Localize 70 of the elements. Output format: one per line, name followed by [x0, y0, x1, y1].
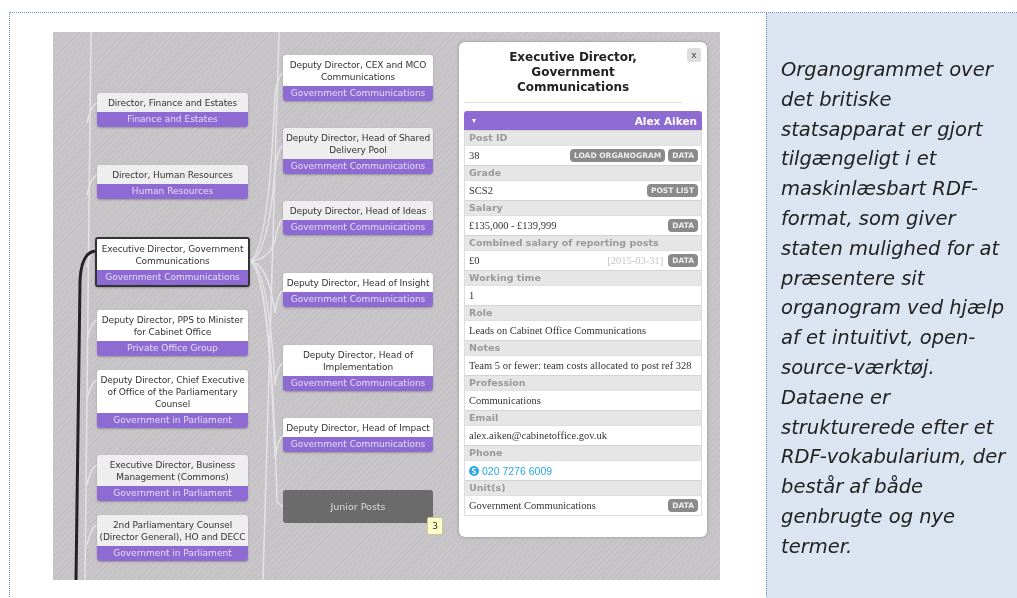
node-title: 2nd Parliamentary Counsel (Director General), HO and DECC: [97, 515, 248, 546]
org-node[interactable]: Deputy Director, Head of Shared Delivery Pool Government Communications: [283, 128, 433, 174]
node-unit: Government Communications: [97, 270, 248, 285]
node-unit: Government Communications: [283, 159, 433, 174]
node-title: Deputy Director, CEX and MCO Communications: [283, 55, 433, 86]
field-label: Profession: [465, 375, 701, 390]
org-node[interactable]: Deputy Director, Head of Insight Government Communications: [283, 273, 433, 307]
org-node[interactable]: 2nd Parliamentary Counsel (Director General), HO and DECC Government in Parliament: [97, 515, 248, 561]
node-title: Deputy Director, PPS to Minister for Cabinet Office: [97, 310, 248, 341]
caption-paragraph: Organogrammet over det britiske statsapparat er gjort tilgængeligt i et maskinlæsbart RDF-format, som giver staten mulighed for at præsentere sit organogram ved hjælp af et intuitivt, open-source-værktøj. Dataene er strukturerede efter et RDF-vokabularium, der består af både genbrugte og nye termer.: [781, 57, 1008, 560]
node-title: Deputy Director, Head of Ideas: [283, 201, 433, 220]
org-node[interactable]: Deputy Director, Head of Implementation Government Communications: [283, 345, 433, 391]
node-title: Executive Director, Government Communications: [97, 239, 248, 270]
field-label: Email: [465, 410, 701, 425]
field-label: Role: [465, 305, 701, 320]
field-label: Phone: [465, 445, 701, 460]
field-label: Combined salary of reporting posts: [465, 235, 701, 250]
field-value: Team 5 or fewer: team costs allocated to post ref 328: [469, 360, 693, 371]
node-unit: Government Communications: [283, 437, 433, 452]
node-unit: Private Office Group: [97, 341, 248, 356]
node-unit: Government in Parliament: [97, 546, 248, 561]
org-node[interactable]: Deputy Director, Head of Impact Government Communications: [283, 418, 433, 452]
phone-icon: [469, 465, 479, 476]
junior-posts-node[interactable]: Junior Posts: [283, 490, 433, 523]
node-unit: Government Communications: [283, 292, 433, 307]
node-title: Deputy Director, Head of Implementation: [283, 345, 433, 376]
panel-title: Executive Director, Government Communications: [464, 42, 682, 103]
field-label: Unit(s): [465, 480, 701, 495]
node-unit: Government Communications: [283, 376, 433, 391]
close-button[interactable]: x: [687, 48, 701, 62]
field-value: Communications: [469, 395, 542, 406]
field-label: Grade: [465, 165, 701, 180]
field-value: 38: [469, 150, 481, 161]
node-title: Director, Finance and Estates: [97, 93, 248, 112]
node-unit: Government in Parliament: [97, 486, 248, 501]
node-title: Deputy Director, Chief Executive of Office of the Parliamentary Counsel: [97, 370, 248, 413]
field-value: Government Communications: [469, 500, 597, 511]
node-unit: Government Communications: [283, 220, 433, 235]
field-value: SCS2: [469, 185, 494, 196]
org-node[interactable]: Director, Human Resources Human Resources: [97, 165, 248, 199]
node-title: Deputy Director, Head of Shared Delivery Pool: [283, 128, 433, 159]
node-title: Deputy Director, Head of Insight: [283, 273, 433, 292]
count-badge: 3: [427, 517, 443, 535]
org-node[interactable]: Deputy Director, Head of Ideas Government Communications: [283, 201, 433, 235]
field-value: 1: [469, 290, 476, 301]
org-node[interactable]: Director, Finance and Estates Finance and Estates: [97, 93, 248, 127]
person-name: Alex Aiken: [634, 114, 697, 127]
field-value: £0: [469, 255, 481, 266]
field-label: Notes: [465, 340, 701, 355]
toggle-icon[interactable]: ▾: [472, 116, 476, 125]
field-label: Working time: [465, 270, 701, 285]
org-node[interactable]: Deputy Director, PPS to Minister for Cabinet Office Private Office Group: [97, 310, 248, 356]
node-unit: Government in Parliament: [97, 413, 248, 428]
node-title: Executive Director, Business Management (Commons): [97, 455, 248, 486]
node-title: Deputy Director, Head of Impact: [283, 418, 433, 437]
field-label: Salary: [465, 200, 701, 215]
node-unit: Human Resources: [97, 184, 248, 199]
node-unit: Finance and Estates: [97, 112, 248, 127]
field-value: £135,000 - £139,999: [469, 220, 558, 231]
org-node[interactable]: Deputy Director, CEX and MCO Communications Government Communications: [283, 55, 433, 101]
date-text: [2015-03-31]: [607, 255, 664, 266]
field-value: Leads on Cabinet Office Communications: [469, 325, 648, 336]
field-value: alex.aiken@cabinetoffice.gov.uk: [469, 430, 608, 441]
node-title: Director, Human Resources: [97, 165, 248, 184]
org-node[interactable]: Executive Director, Business Management (Commons) Government in Parliament: [97, 455, 248, 501]
org-node[interactable]: Deputy Director, Chief Executive of Office of the Parliamentary Counsel Government in Parliament: [97, 370, 248, 428]
node-unit: Government Communications: [283, 86, 433, 101]
person-header[interactable]: ▾ Alex Aiken: [464, 111, 702, 130]
field-label: Post ID: [465, 130, 701, 145]
org-node[interactable]: Executive Director, Government Communications Government Communications: [95, 237, 250, 287]
